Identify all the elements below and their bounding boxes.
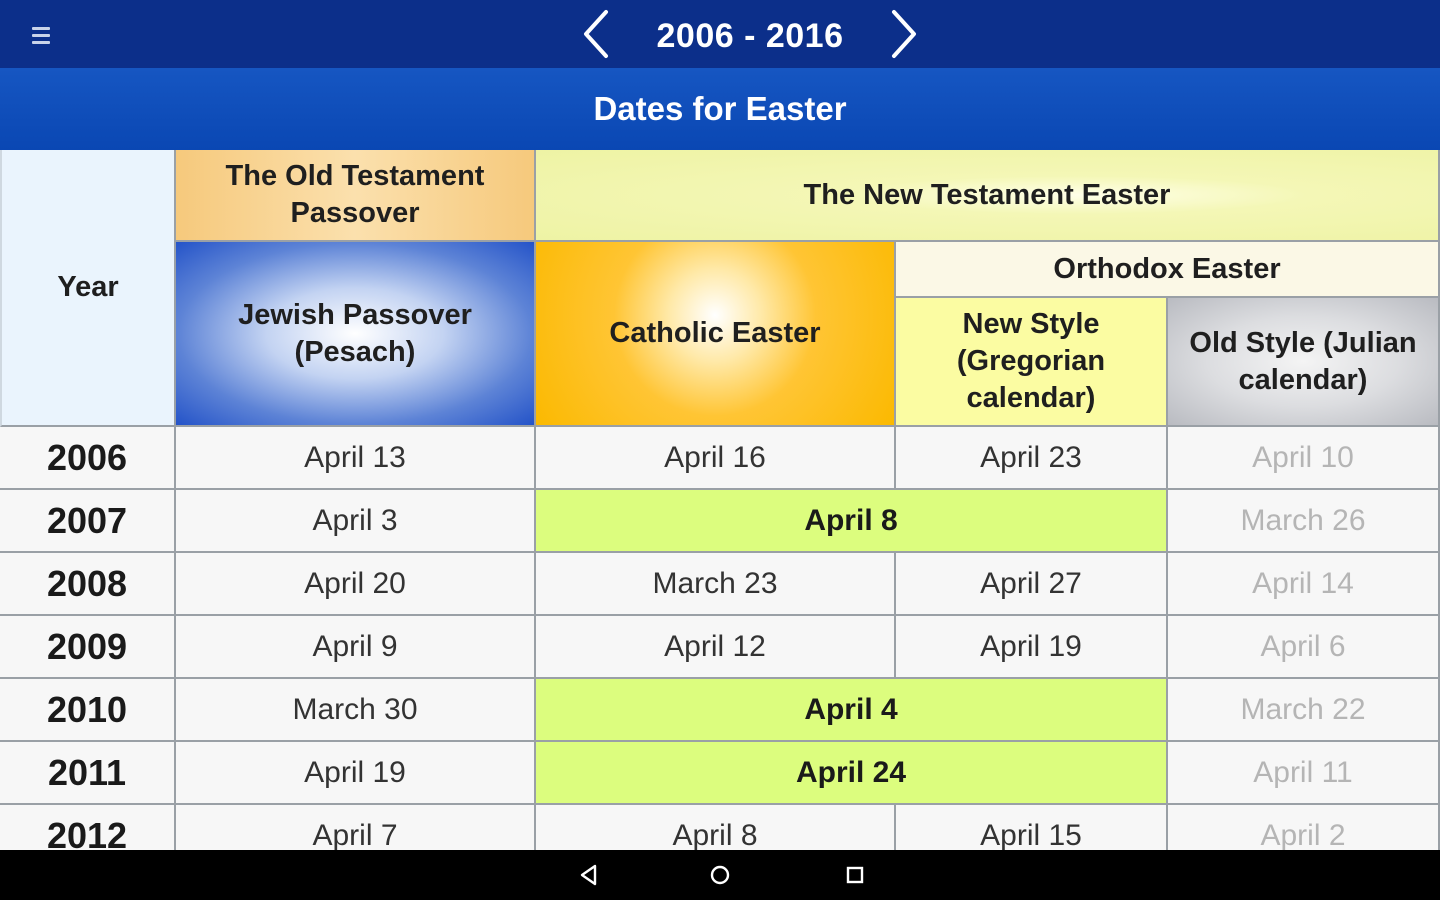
old-style-date-cell: April 10 xyxy=(1168,427,1440,490)
year-cell: 2008 xyxy=(0,553,176,616)
old-style-date-cell: April 11 xyxy=(1168,742,1440,805)
chevron-right-icon[interactable] xyxy=(884,8,924,60)
menu-line xyxy=(32,26,50,30)
common-easter-date-cell: April 24 xyxy=(536,742,1168,805)
passover-date-cell: April 3 xyxy=(176,490,536,553)
passover-date-cell: March 30 xyxy=(176,679,536,742)
year-range-title: 2006 - 2016 xyxy=(656,17,844,55)
year-cell: 2007 xyxy=(0,490,176,553)
jewish-passover-header: Jewish Passover (Pesach) xyxy=(176,242,536,427)
passover-date-cell: April 13 xyxy=(176,427,536,490)
year-cell: 2009 xyxy=(0,616,176,679)
old-style-date-cell: April 2 xyxy=(1168,805,1440,850)
new-style-date-cell: April 19 xyxy=(896,616,1168,679)
catholic-date-cell: March 23 xyxy=(536,553,896,616)
year-cell: 2012 xyxy=(0,805,176,850)
menu-icon[interactable] xyxy=(28,22,58,48)
new-style-date-cell: April 23 xyxy=(896,427,1168,490)
old-style-date-cell: March 26 xyxy=(1168,490,1440,553)
catholic-date-cell: April 16 xyxy=(536,427,896,490)
catholic-date-cell: April 12 xyxy=(536,616,896,679)
new-style-date-cell: April 15 xyxy=(896,805,1168,850)
common-easter-date-cell: April 4 xyxy=(536,679,1168,742)
year-cell: 2011 xyxy=(0,742,176,805)
year-column-header: Year xyxy=(0,150,176,427)
passover-date-cell: April 9 xyxy=(176,616,536,679)
old-style-date-cell: April 14 xyxy=(1168,553,1440,616)
new-testament-header: The New Testament Easter xyxy=(536,150,1440,242)
title-bar: Dates for Easter xyxy=(0,68,1440,150)
menu-line xyxy=(32,40,50,44)
new-style-header: New Style (Gregorian calendar) xyxy=(896,298,1168,427)
old-style-date-cell: March 22 xyxy=(1168,679,1440,742)
menu-line xyxy=(32,33,50,37)
common-easter-date-cell: April 8 xyxy=(536,490,1168,553)
catholic-date-cell: April 8 xyxy=(536,805,896,850)
page-title: Dates for Easter xyxy=(593,90,847,127)
old-testament-header: The Old Testament Passover xyxy=(176,150,536,242)
app-bar: 2006 - 2016 xyxy=(0,0,1440,68)
back-triangle-icon[interactable] xyxy=(576,862,602,888)
home-circle-icon[interactable] xyxy=(707,862,733,888)
year-cell: 2010 xyxy=(0,679,176,742)
old-style-date-cell: April 6 xyxy=(1168,616,1440,679)
recent-apps-square-icon[interactable] xyxy=(842,862,868,888)
orthodox-easter-header: Orthodox Easter xyxy=(896,242,1440,298)
old-style-header: Old Style (Julian calendar) xyxy=(1168,298,1440,427)
year-cell: 2006 xyxy=(0,427,176,490)
catholic-easter-header: Catholic Easter xyxy=(536,242,896,427)
easter-dates-table: Year The Old Testament Passover The New … xyxy=(0,150,1440,850)
passover-date-cell: April 19 xyxy=(176,742,536,805)
chevron-left-icon[interactable] xyxy=(576,8,616,60)
passover-date-cell: April 7 xyxy=(176,805,536,850)
system-navigation-bar xyxy=(0,850,1440,900)
passover-date-cell: April 20 xyxy=(176,553,536,616)
new-style-date-cell: April 27 xyxy=(896,553,1168,616)
